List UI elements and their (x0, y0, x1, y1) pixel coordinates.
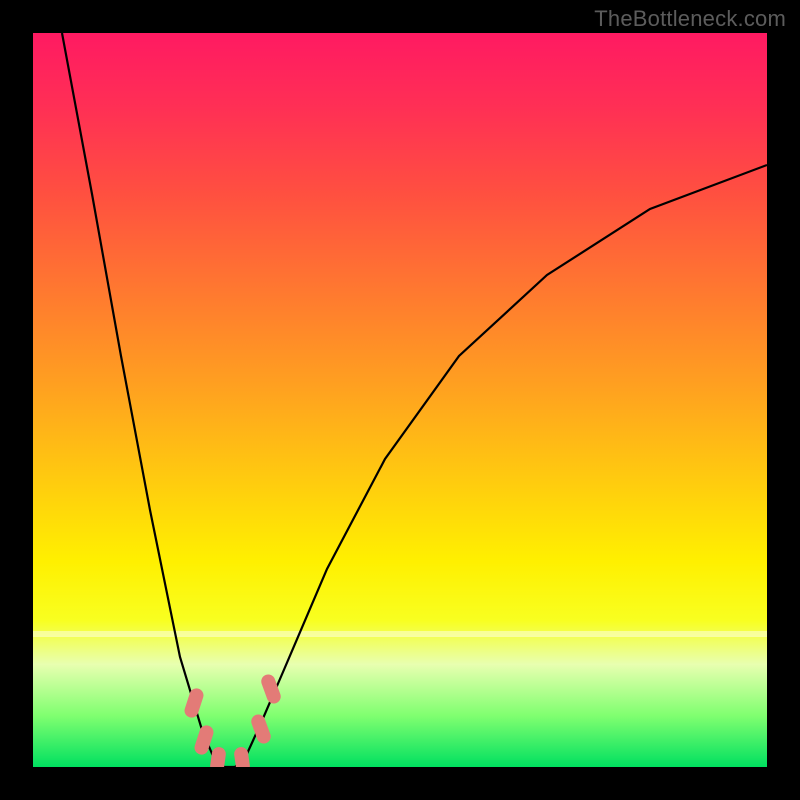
highlight-band (33, 631, 767, 637)
watermark-text: TheBottleneck.com (594, 6, 786, 32)
plot-background (33, 33, 767, 767)
chart-frame: TheBottleneck.com (0, 0, 800, 800)
